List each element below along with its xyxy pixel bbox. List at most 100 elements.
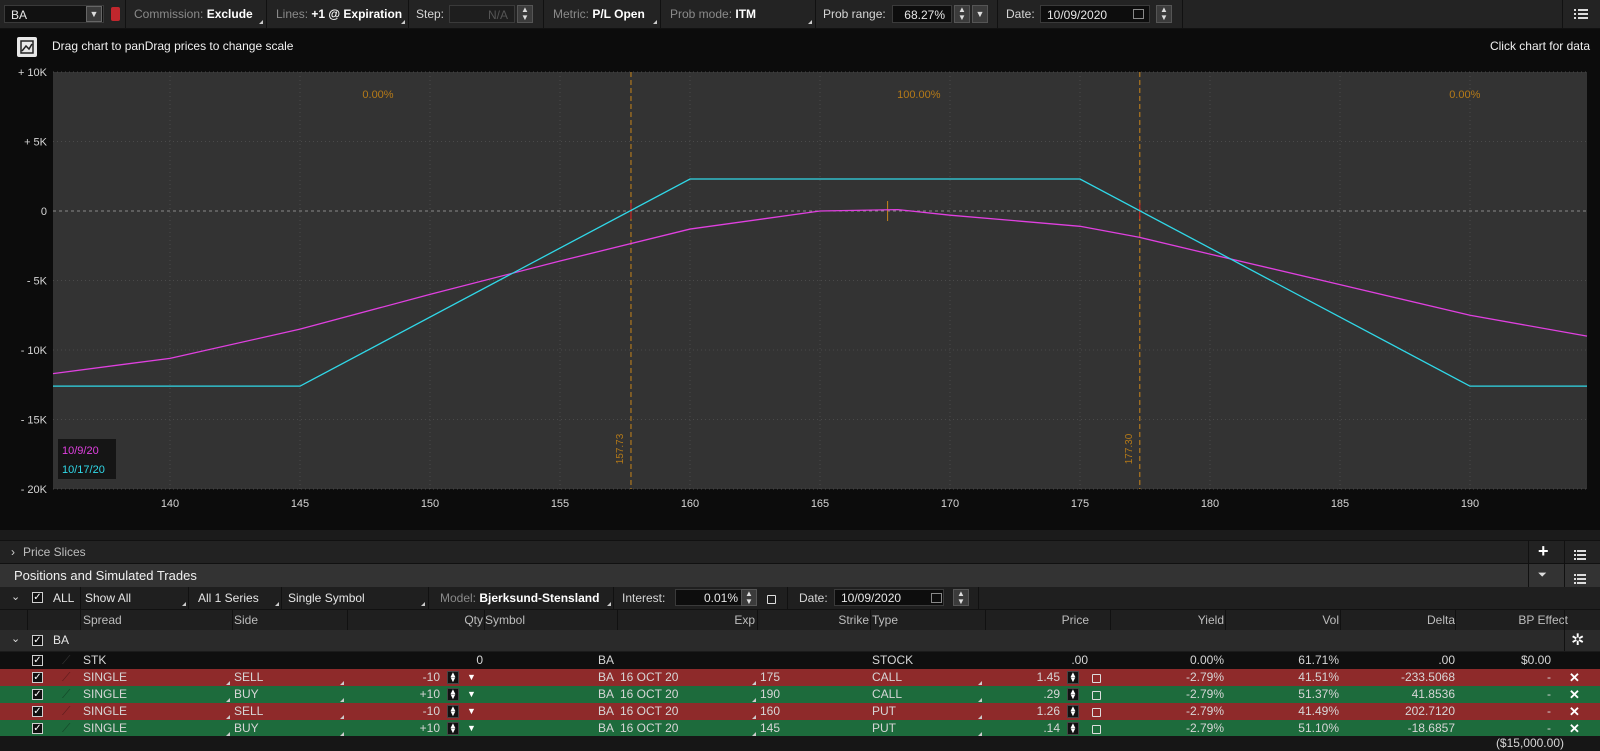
prob-range-dropdown-arrow-icon[interactable]: ▼ bbox=[972, 5, 988, 23]
row-strike[interactable]: 145 bbox=[760, 720, 865, 737]
stock-price[interactable]: .00 bbox=[985, 652, 1088, 669]
row-type[interactable]: CALL bbox=[872, 686, 977, 703]
row-price[interactable]: .29 bbox=[985, 686, 1060, 703]
row-exp[interactable]: 16 OCT 20 bbox=[620, 720, 750, 737]
row-side[interactable]: SELL bbox=[234, 703, 339, 720]
interest-input[interactable]: 0.01% bbox=[675, 589, 745, 606]
qty-dropdown-arrow-icon[interactable]: ▼ bbox=[467, 686, 479, 703]
chart-toggle-icon[interactable]: ⟋ bbox=[62, 703, 76, 720]
column-header-yield[interactable]: Yield bbox=[1110, 610, 1224, 630]
row-spread[interactable]: SINGLE bbox=[83, 720, 223, 737]
row-price[interactable]: 1.26 bbox=[985, 703, 1060, 720]
price-spinner-icon[interactable]: ▲ ▼ bbox=[1067, 705, 1079, 718]
gear-icon[interactable]: ✲ bbox=[1571, 630, 1584, 651]
symbol-dropdown-arrow-icon[interactable]: ▼ bbox=[86, 6, 102, 22]
row-strike[interactable]: 160 bbox=[760, 703, 865, 720]
column-header-price[interactable]: Price bbox=[985, 610, 1089, 630]
row-type[interactable]: PUT bbox=[872, 720, 977, 737]
select-all-checkbox[interactable]: ✓ bbox=[32, 592, 43, 603]
single-symbol-selector[interactable]: Single Symbol bbox=[288, 587, 365, 609]
row-strike[interactable]: 175 bbox=[760, 669, 865, 686]
row-spread[interactable]: SINGLE bbox=[83, 669, 223, 686]
chart-style-icon[interactable] bbox=[17, 37, 37, 57]
show-all-selector[interactable]: Show All bbox=[85, 587, 131, 609]
pl-chart[interactable]: + 10K + 5K 0 - 5K - 10K - 15K - 20K 140 145 150 15… bbox=[0, 64, 1600, 530]
lock-icon[interactable] bbox=[1092, 708, 1101, 717]
column-header-vol[interactable]: Vol bbox=[1225, 610, 1339, 630]
prob-range-spinner-icon[interactable]: ▲ ▼ bbox=[954, 5, 970, 23]
calendar-icon[interactable] bbox=[1133, 9, 1144, 19]
row-exp[interactable]: 16 OCT 20 bbox=[620, 703, 750, 720]
date-spinner-icon[interactable]: ▲ ▼ bbox=[1156, 5, 1172, 23]
position-group-row[interactable]: ⌄ ✓ BA ✲ bbox=[0, 630, 1600, 651]
row-checkbox[interactable]: ✓ bbox=[32, 672, 43, 683]
qty-dropdown-arrow-icon[interactable]: ▼ bbox=[467, 720, 479, 737]
remove-row-icon[interactable]: ✕ bbox=[1569, 720, 1580, 737]
chevron-down-icon[interactable]: ⌄ bbox=[11, 629, 20, 650]
row-price[interactable]: 1.45 bbox=[985, 669, 1060, 686]
column-header-delta[interactable]: Delta bbox=[1340, 610, 1455, 630]
row-qty[interactable]: -10 bbox=[350, 669, 440, 686]
column-header-exp[interactable]: Exp bbox=[620, 610, 755, 630]
price-slices-bar[interactable]: › Price Slices + bbox=[0, 540, 1600, 563]
positions-date-input[interactable]: 10/09/2020 bbox=[834, 589, 944, 606]
row-strike[interactable]: 190 bbox=[760, 686, 865, 703]
row-exp[interactable]: 16 OCT 20 bbox=[620, 686, 750, 703]
qty-spinner-icon[interactable]: ▲ ▼ bbox=[447, 722, 459, 735]
model-selector[interactable]: Model: Bjerksund-Stensland bbox=[440, 587, 599, 609]
collapse-icon[interactable]: ⏷ bbox=[1538, 564, 1547, 587]
metric-selector[interactable]: Metric: P/L Open bbox=[553, 0, 645, 28]
series-selector[interactable]: All 1 Series bbox=[198, 587, 259, 609]
row-spread[interactable]: SINGLE bbox=[83, 686, 223, 703]
pl-chart-area[interactable]: + 10K + 5K 0 - 5K - 10K - 15K - 20K 140 145 150 15… bbox=[0, 64, 1600, 530]
qty-spinner-icon[interactable]: ▲ ▼ bbox=[447, 671, 459, 684]
lines-selector[interactable]: Lines: +1 @ Expiration bbox=[276, 0, 402, 28]
stock-qty[interactable]: 0 bbox=[350, 652, 483, 669]
chart-toggle-icon[interactable]: ⟋ bbox=[62, 652, 76, 669]
position-row[interactable]: ✓ ⟋ SINGLE SELL -10 ▲ ▼ ▼ BA 16 OCT 20 175 CALL 1.45… bbox=[0, 669, 1600, 686]
stock-row[interactable]: ✓ ⟋ STK 0 BA STOCK .00 0.00% 61.71% .00 … bbox=[0, 652, 1600, 669]
row-type[interactable]: PUT bbox=[872, 703, 977, 720]
row-checkbox[interactable]: ✓ bbox=[32, 655, 43, 666]
row-price[interactable]: .14 bbox=[985, 720, 1060, 737]
add-slice-icon[interactable]: + bbox=[1538, 540, 1549, 562]
menu-list-icon[interactable] bbox=[1574, 7, 1588, 21]
column-header-bp-effect[interactable]: BP Effect bbox=[1455, 610, 1568, 630]
chevron-right-icon[interactable]: › bbox=[11, 541, 15, 563]
row-qty[interactable]: +10 bbox=[350, 686, 440, 703]
chart-toggle-icon[interactable]: ⟋ bbox=[62, 669, 76, 686]
step-spinner-icon[interactable]: ▲ ▼ bbox=[517, 5, 533, 23]
position-row[interactable]: ✓ ⟋ SINGLE BUY +10 ▲ ▼ ▼ BA 16 OCT 20 190 CALL .29 ▲ ▼… bbox=[0, 686, 1600, 703]
chart-toggle-icon[interactable]: ⟋ bbox=[62, 686, 76, 703]
column-header-type[interactable]: Type bbox=[872, 610, 898, 630]
prob-range-input[interactable]: 68.27% bbox=[892, 5, 952, 23]
qty-dropdown-arrow-icon[interactable]: ▼ bbox=[467, 669, 479, 686]
column-header-symbol[interactable]: Symbol bbox=[485, 610, 525, 630]
row-qty[interactable]: -10 bbox=[350, 703, 440, 720]
lock-icon[interactable] bbox=[1092, 674, 1101, 683]
lock-icon[interactable] bbox=[1092, 691, 1101, 700]
row-type[interactable]: CALL bbox=[872, 669, 977, 686]
price-spinner-icon[interactable]: ▲ ▼ bbox=[1067, 688, 1079, 701]
position-row[interactable]: ✓ ⟋ SINGLE BUY +10 ▲ ▼ ▼ BA 16 OCT 20 145 PUT .14 ▲ ▼ -… bbox=[0, 720, 1600, 737]
price-spinner-icon[interactable]: ▲ ▼ bbox=[1067, 722, 1079, 735]
step-input[interactable]: N/A bbox=[449, 5, 515, 23]
qty-dropdown-arrow-icon[interactable]: ▼ bbox=[467, 703, 479, 720]
prob-mode-selector[interactable]: Prob mode: ITM bbox=[670, 0, 756, 28]
row-side[interactable]: BUY bbox=[234, 720, 339, 737]
qty-spinner-icon[interactable]: ▲ ▼ bbox=[447, 705, 459, 718]
chevron-down-icon[interactable]: ⌄ bbox=[11, 586, 20, 608]
row-checkbox[interactable]: ✓ bbox=[32, 689, 43, 700]
group-checkbox[interactable]: ✓ bbox=[32, 635, 43, 646]
row-side[interactable]: BUY bbox=[234, 686, 339, 703]
column-header-side[interactable]: Side bbox=[234, 610, 258, 630]
column-header-spread[interactable]: Spread bbox=[83, 610, 122, 630]
column-header-strike[interactable]: Strike bbox=[757, 610, 869, 630]
positions-date-spinner-icon[interactable]: ▲ ▼ bbox=[953, 589, 969, 606]
interest-spinner-icon[interactable]: ▲ ▼ bbox=[741, 589, 757, 606]
remove-row-icon[interactable]: ✕ bbox=[1569, 669, 1580, 686]
calendar-icon[interactable] bbox=[931, 593, 942, 603]
row-checkbox[interactable]: ✓ bbox=[32, 723, 43, 734]
lock-icon[interactable] bbox=[767, 595, 776, 604]
row-exp[interactable]: 16 OCT 20 bbox=[620, 669, 750, 686]
